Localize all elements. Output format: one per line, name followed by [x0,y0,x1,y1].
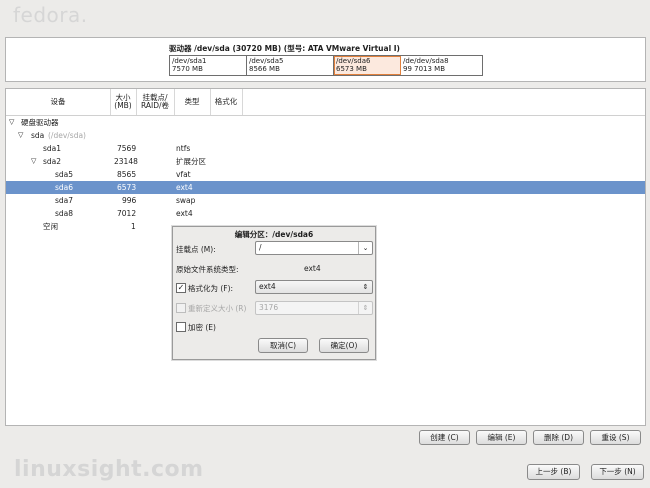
drive-seg-sda8[interactable]: /de/dev/sda8 99 7013 MB [401,56,480,75]
resize-label: 重新定义大小 (R) [188,304,247,313]
watermark: linuxsight.com [14,457,204,482]
next-button[interactable]: 下一步 (N) [591,464,644,480]
edit-partition-dialog: 编辑分区：/dev/sda6 挂载点 (M): / ⌄ 原始文件系统类型: ex… [172,226,376,360]
drive-seg-sda6[interactable]: /dev/sda6 6573 MB [334,56,401,75]
tree-row-sda5[interactable]: sda5 8565 vfat [6,168,645,181]
col-size[interactable]: 大小 (MB) [110,89,137,115]
row-size: 7569 [117,144,137,153]
drive-panel: 驱动器 /dev/sda (30720 MB) (型号: ATA VMware … [5,37,646,82]
row-type: 扩展分区 [176,157,206,166]
row-device: sda2 [43,157,62,166]
row-size: 7012 [117,209,137,218]
expander-open-icon[interactable]: ▽ [9,116,14,129]
fedora-logo: fedora. [13,3,88,27]
seg-size: 7570 MB [172,65,203,73]
spinner-icon[interactable]: ⇕ [358,302,372,314]
dialog-title: 编辑分区：/dev/sda6 [234,230,314,239]
drive-title: 驱动器 /dev/sda (30720 MB) (型号: ATA VMware … [169,44,400,53]
row-device: sda5 [55,170,74,179]
tree-row-sda8[interactable]: sda8 7012 ext4 [6,207,645,220]
mount-point-combo[interactable]: / ⌄ [255,241,373,255]
row-type: vfat [176,170,191,179]
format-type-value: ext4 [259,282,276,291]
seg-size: 6573 MB [336,65,367,73]
row-type: ext4 [176,209,193,218]
back-button[interactable]: 上一步 (B) [527,464,580,480]
row-size: 996 [122,196,137,205]
edit-button[interactable]: 编辑 (E) [476,430,527,445]
column-header: 设备 大小 (MB) 挂载点/ RAID/卷 类型 格式化 [6,89,645,116]
orig-fs-label: 原始文件系统类型: [176,265,239,274]
resize-value: 3176 [259,303,279,312]
row-device: 空闲 [43,222,58,231]
tree-row-sda7[interactable]: sda7 996 swap [6,194,645,207]
row-size: 1 [131,222,136,231]
row-size: 8565 [117,170,137,179]
encrypt-label: 加密 (E) [188,323,216,332]
seg-size: 99 7013 MB [403,65,446,73]
tree-row-sda2[interactable]: ▽ sda2 23148 扩展分区 [6,155,645,168]
tree-row-sda6[interactable]: sda6 6573 ext4 [6,181,645,194]
format-checkbox[interactable]: ✓ [176,283,186,293]
reset-button[interactable]: 重设 (S) [590,430,641,445]
orig-fs-value: ext4 [304,264,321,273]
resize-checkbox[interactable] [176,303,186,313]
row-device: sda8 [55,209,74,218]
drive-partition-bar: /dev/sda1 7570 MB /dev/sda5 8566 MB /dev… [169,55,483,76]
row-size: 23148 [114,157,138,166]
drive-seg-sda1[interactable]: /dev/sda1 7570 MB [170,56,247,75]
create-button[interactable]: 创建 (C) [419,430,470,445]
row-device: sda6 [55,183,74,192]
seg-name: /dev/sda6 [336,57,371,65]
format-label: 格式化为 (F): [188,284,234,293]
col-type[interactable]: 类型 [174,89,211,115]
col-device[interactable]: 设备 [6,89,111,115]
chevron-down-icon[interactable]: ⌄ [358,242,372,254]
encrypt-checkbox[interactable] [176,322,186,332]
mount-point-value: / [259,243,262,252]
row-type: swap [176,196,196,205]
row-device: sda1 [43,144,62,153]
row-size: 6573 [117,183,137,192]
updown-arrows-icon[interactable]: ⇕ [359,281,372,293]
row-device: sda7 [55,196,74,205]
tree-row-root[interactable]: ▽ 硬盘驱动器 [6,116,645,129]
drive-seg-sda5[interactable]: /dev/sda5 8566 MB [247,56,334,75]
row-device: sda [31,131,45,140]
seg-name: /dev/sda1 [172,57,207,65]
row-device-path: (/dev/sda) [48,131,86,140]
expander-open-icon[interactable]: ▽ [31,155,36,168]
seg-size: 8566 MB [249,65,280,73]
tree-row-sda1[interactable]: sda1 7569 ntfs [6,142,645,155]
col-mount[interactable]: 挂载点/ RAID/卷 [136,89,175,115]
mount-point-label: 挂载点 (M): [176,245,216,254]
tree-row-sda[interactable]: ▽ sda (/dev/sda) [6,129,645,142]
format-type-select[interactable]: ext4 ⇕ [255,280,373,294]
resize-spinner[interactable]: 3176 ⇕ [255,301,373,315]
expander-open-icon[interactable]: ▽ [18,129,23,142]
seg-name: /dev/sda5 [249,57,284,65]
seg-name: /de/dev/sda8 [403,57,449,65]
delete-button[interactable]: 删除 (D) [533,430,584,445]
row-device: 硬盘驱动器 [21,118,59,127]
row-type: ext4 [176,183,193,192]
col-format[interactable]: 格式化 [210,89,243,115]
cancel-button[interactable]: 取消(C) [258,338,308,353]
row-type: ntfs [176,144,191,153]
ok-button[interactable]: 确定(O) [319,338,369,353]
